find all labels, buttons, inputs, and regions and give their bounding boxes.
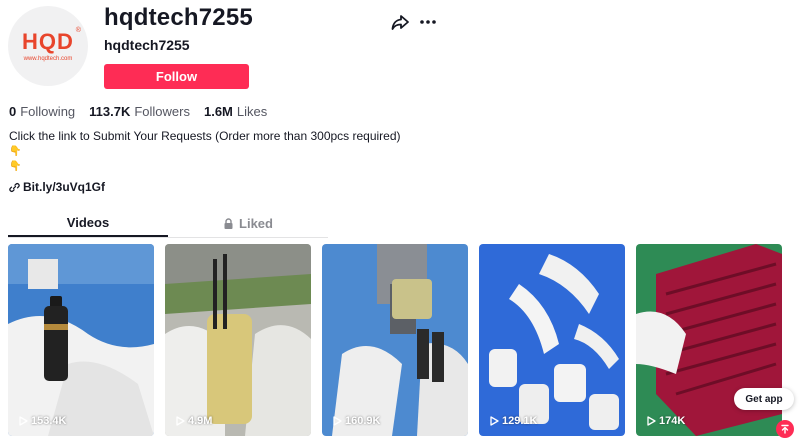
video-thumbnail bbox=[322, 244, 468, 436]
video-views-count: 4.9M bbox=[188, 415, 213, 427]
following-label: Following bbox=[20, 104, 76, 119]
video-card[interactable]: 4.9M bbox=[165, 244, 311, 436]
video-views-count: 129.1K bbox=[502, 415, 538, 427]
video-card[interactable]: 160.9K bbox=[322, 244, 468, 436]
likes-stat: 1.6M Likes bbox=[204, 104, 267, 119]
get-app-button[interactable]: Get app bbox=[734, 388, 794, 410]
video-card[interactable]: 153.4K bbox=[8, 244, 154, 436]
video-grid: 153.4K 4.9M 160.9K 129.1K 174K bbox=[8, 244, 782, 436]
tab-liked[interactable]: Liked bbox=[168, 210, 328, 237]
video-thumbnail bbox=[8, 244, 154, 436]
profile-bio: Click the link to Submit Your Requests (… bbox=[9, 129, 429, 174]
following-stat[interactable]: 0 Following bbox=[9, 104, 75, 119]
profile-stats: 0 Following 113.7K Followers 1.6M Likes bbox=[9, 104, 267, 119]
avatar[interactable]: HQD ® www.hqdtech.com bbox=[8, 6, 88, 86]
follow-button[interactable]: Follow bbox=[104, 64, 249, 89]
video-views: 160.9K bbox=[332, 415, 380, 427]
video-thumbnail bbox=[479, 244, 625, 436]
likes-label: Likes bbox=[236, 104, 268, 119]
tab-videos[interactable]: Videos bbox=[8, 210, 168, 237]
video-thumbnail bbox=[165, 244, 311, 436]
profile-username: hqdtech7255 bbox=[104, 4, 253, 31]
video-views: 129.1K bbox=[489, 415, 537, 427]
video-views: 4.9M bbox=[175, 415, 212, 427]
play-icon bbox=[333, 416, 342, 426]
bio-text: Click the link to Submit Your Requests (… bbox=[9, 129, 401, 143]
profile-tabs: Videos Liked bbox=[8, 210, 328, 238]
pointing-down-emoji: 👇 bbox=[9, 161, 22, 172]
profile-nickname: hqdtech7255 bbox=[104, 37, 190, 53]
logo-registered-mark: ® bbox=[75, 26, 82, 34]
likes-count: 1.6M bbox=[203, 104, 233, 119]
tab-videos-label: Videos bbox=[66, 215, 110, 230]
hqd-logo: HQD ® bbox=[22, 27, 81, 54]
play-icon bbox=[647, 416, 656, 426]
bio-link-text: Bit.ly/3uVq1Gf bbox=[23, 180, 106, 194]
more-options-icon[interactable] bbox=[418, 12, 438, 32]
play-icon bbox=[490, 416, 499, 426]
following-count: 0 bbox=[9, 104, 17, 119]
video-views: 174K bbox=[646, 415, 685, 427]
followers-stat[interactable]: 113.7K Followers bbox=[89, 104, 190, 119]
pointing-down-emoji: 👇 bbox=[9, 146, 22, 157]
bio-link[interactable]: Bit.ly/3uVq1Gf bbox=[9, 180, 105, 194]
play-icon bbox=[176, 416, 185, 426]
logo-url: www.hqdtech.com bbox=[23, 55, 73, 62]
video-card[interactable]: 129.1K bbox=[479, 244, 625, 436]
scroll-to-top-button[interactable] bbox=[776, 420, 794, 438]
video-views-count: 153.4K bbox=[31, 415, 67, 427]
followers-label: Followers bbox=[134, 104, 190, 119]
arrow-up-icon bbox=[781, 424, 789, 434]
share-icon[interactable] bbox=[390, 12, 410, 32]
play-icon bbox=[19, 416, 28, 426]
video-views: 153.4K bbox=[18, 415, 66, 427]
link-icon bbox=[9, 182, 20, 192]
tab-liked-label: Liked bbox=[239, 216, 273, 231]
logo-text: HQD bbox=[22, 28, 74, 54]
followers-count: 113.7K bbox=[89, 104, 131, 119]
lock-icon bbox=[224, 217, 233, 229]
video-views-count: 160.9K bbox=[345, 415, 381, 427]
video-views-count: 174K bbox=[659, 415, 686, 427]
